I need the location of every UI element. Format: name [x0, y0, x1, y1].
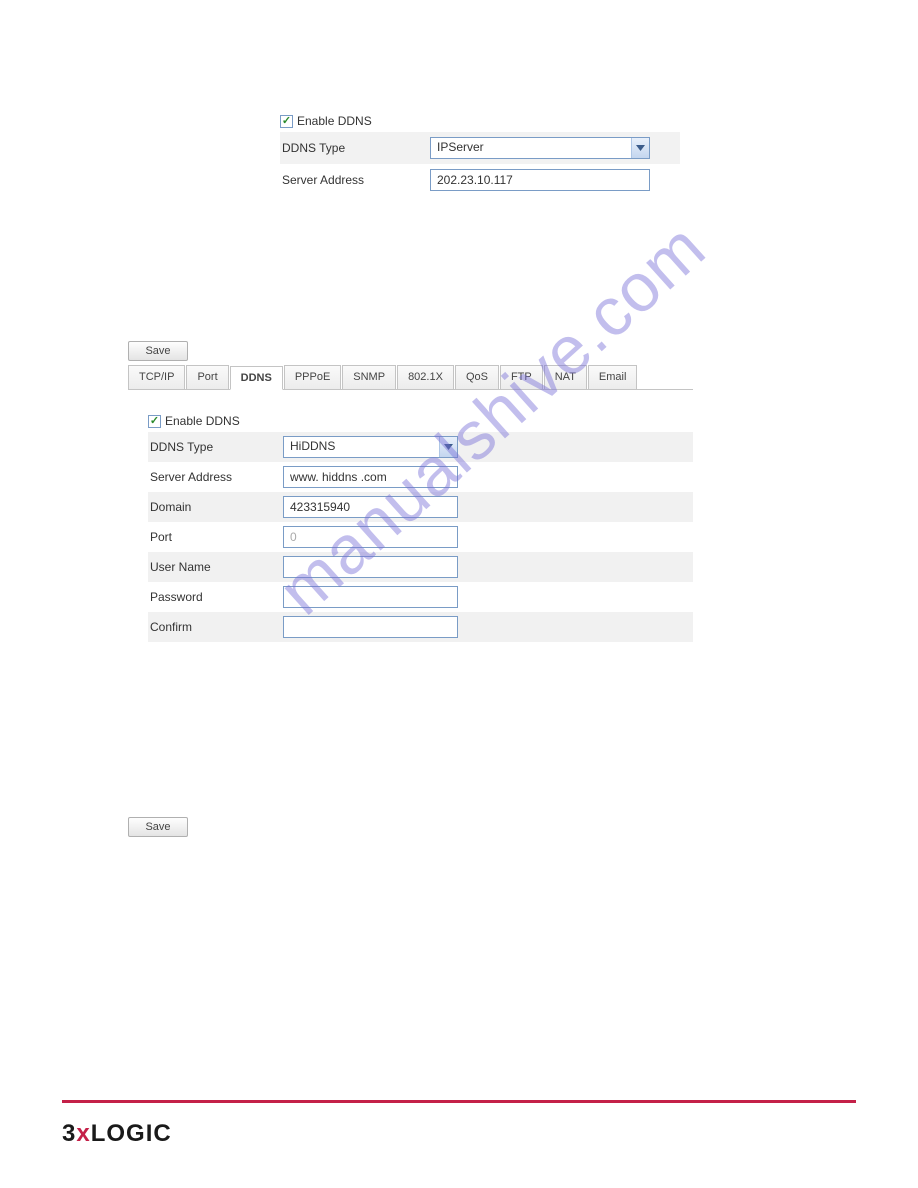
footer-logo: 3xLOGIC	[62, 1120, 172, 1148]
ddns-type-label: DDNS Type	[280, 141, 430, 155]
tab-qos[interactable]: QoS	[455, 365, 499, 389]
ddns-type-value: IPServer	[430, 137, 650, 159]
port-label: Port	[148, 530, 283, 544]
server-address-row-2: Server Address	[148, 462, 693, 492]
ddns-type-select[interactable]: IPServer	[430, 137, 650, 159]
tab-email[interactable]: Email	[588, 365, 638, 389]
confirm-input[interactable]	[283, 616, 458, 638]
ddns-settings-panel: ✓ Enable DDNS DDNS Type HiDDNS Server Ad…	[128, 398, 693, 642]
server-address-label-2: Server Address	[148, 470, 283, 484]
tab-ddns[interactable]: DDNS	[230, 366, 283, 390]
password-input[interactable]	[283, 586, 458, 608]
password-label: Password	[148, 590, 283, 604]
username-row: User Name	[148, 552, 693, 582]
save-button[interactable]: Save	[128, 341, 188, 361]
tab-nat[interactable]: NAT	[544, 365, 587, 389]
server-address-input[interactable]	[430, 169, 650, 191]
save-button-wrap-2: Save	[128, 817, 918, 837]
port-input[interactable]	[283, 526, 458, 548]
ddns-type-label-2: DDNS Type	[148, 440, 283, 454]
domain-label: Domain	[148, 500, 283, 514]
server-address-row: Server Address	[280, 164, 680, 196]
ddns-type-row: DDNS Type IPServer	[280, 132, 680, 164]
logo-part-3: 3	[62, 1120, 76, 1147]
logo-part-logic: LOGIC	[91, 1120, 172, 1147]
ddns-ipserver-section: ✓ Enable DDNS DDNS Type IPServer Server …	[280, 110, 680, 196]
chevron-down-icon	[631, 138, 649, 158]
tab-8021x[interactable]: 802.1X	[397, 365, 454, 389]
enable-ddns-label: Enable DDNS	[297, 114, 372, 128]
password-row: Password	[148, 582, 693, 612]
server-address-input-2[interactable]	[283, 466, 458, 488]
tabs-row: TCP/IP Port DDNS PPPoE SNMP 802.1X QoS F…	[128, 365, 693, 390]
enable-ddns-checkbox[interactable]: ✓	[280, 115, 293, 128]
username-label: User Name	[148, 560, 283, 574]
enable-ddns-checkbox-2[interactable]: ✓	[148, 415, 161, 428]
domain-row: Domain	[148, 492, 693, 522]
confirm-label: Confirm	[148, 620, 283, 634]
domain-input[interactable]	[283, 496, 458, 518]
username-input[interactable]	[283, 556, 458, 578]
chevron-down-icon	[439, 437, 457, 457]
logo-part-x: x	[76, 1120, 90, 1147]
save-button-2[interactable]: Save	[128, 817, 188, 837]
tab-ftp[interactable]: FTP	[500, 365, 543, 389]
ddns-type-row-2: DDNS Type HiDDNS	[148, 432, 693, 462]
tab-snmp[interactable]: SNMP	[342, 365, 396, 389]
checkmark-icon: ✓	[282, 116, 291, 127]
tab-port[interactable]: Port	[186, 365, 228, 389]
checkmark-icon: ✓	[150, 416, 159, 427]
tab-pppoe[interactable]: PPPoE	[284, 365, 341, 389]
footer-divider	[62, 1100, 856, 1103]
enable-ddns-label-2: Enable DDNS	[165, 414, 240, 428]
confirm-row: Confirm	[148, 612, 693, 642]
tab-tcpip[interactable]: TCP/IP	[128, 365, 185, 389]
ddns-hiddns-section: Save TCP/IP Port DDNS PPPoE SNMP 802.1X …	[128, 341, 693, 642]
ddns-type-value-2: HiDDNS	[283, 436, 458, 458]
enable-ddns-row-2: ✓ Enable DDNS	[148, 410, 693, 432]
enable-ddns-row: ✓ Enable DDNS	[280, 110, 680, 132]
port-row: Port	[148, 522, 693, 552]
server-address-label: Server Address	[280, 173, 430, 187]
ddns-type-select-2[interactable]: HiDDNS	[283, 436, 458, 458]
